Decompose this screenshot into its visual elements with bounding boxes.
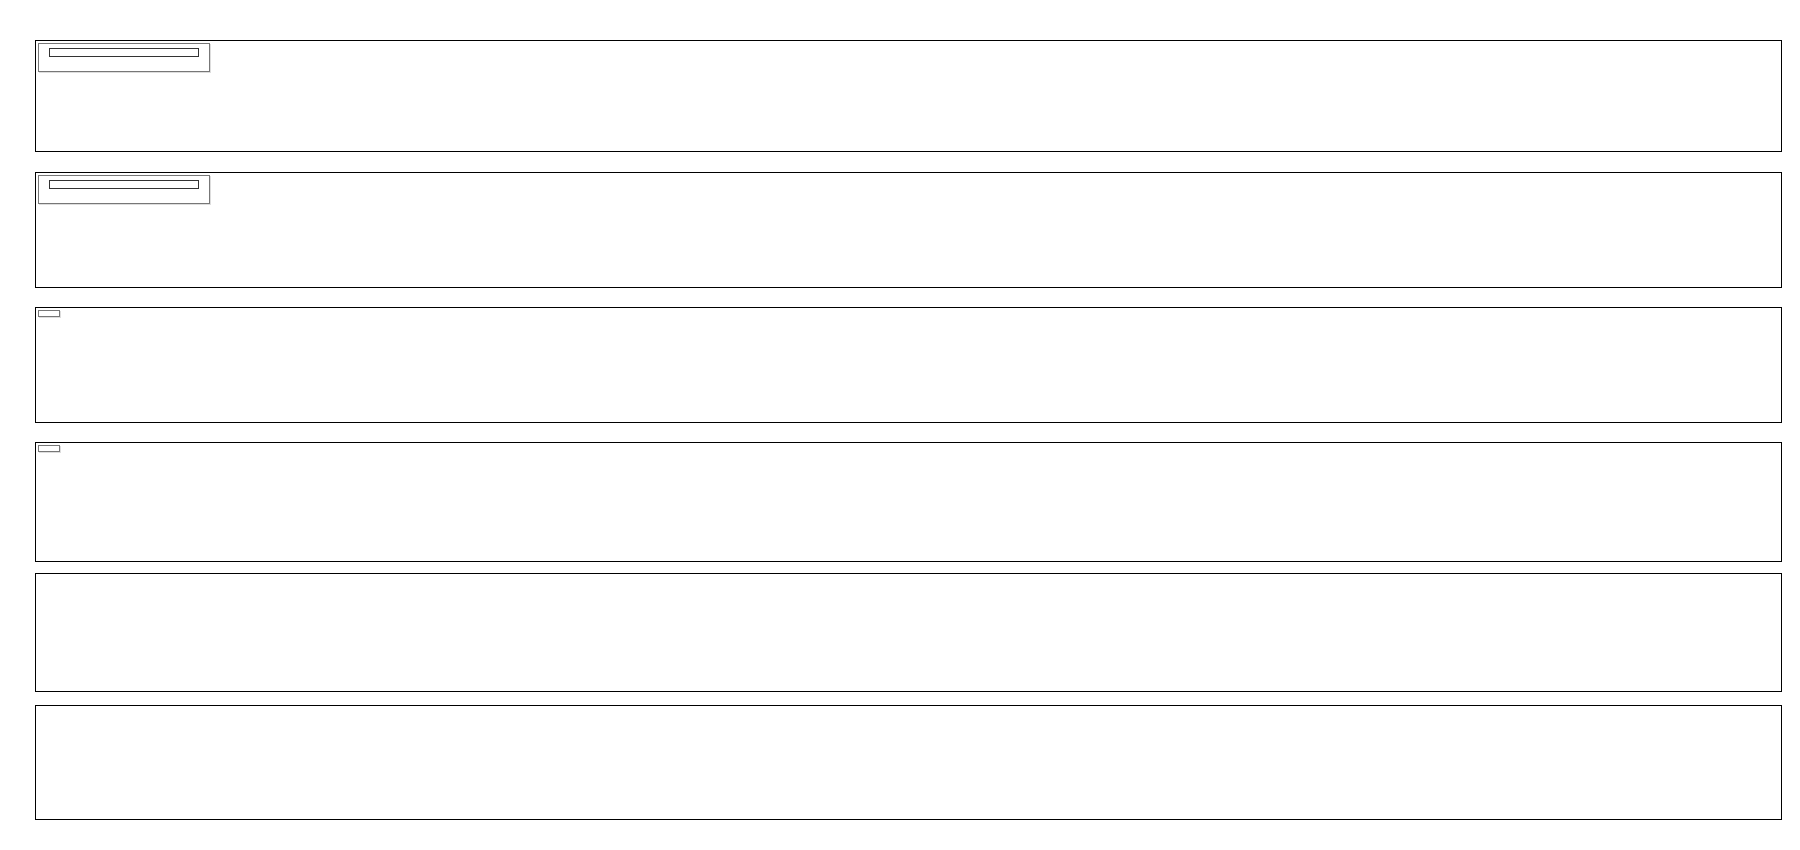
panel-temperature [35, 705, 1782, 820]
v-velocity-heatmap [36, 173, 1781, 287]
u-colorbar [49, 48, 199, 57]
x-axis-date-labels [35, 823, 1782, 847]
jet-colorbar-gradient [49, 180, 199, 189]
u-colorbar-legend [38, 43, 210, 72]
panel-mean-absi [35, 307, 1782, 423]
mean-absi-heatmap [36, 308, 1781, 422]
depth-variation-lines [36, 574, 1781, 691]
panel-u-velocity [35, 40, 1782, 152]
temperature-line-chart [36, 706, 1781, 819]
mean-absi-label [38, 310, 60, 317]
panel-std-absi [35, 442, 1782, 562]
u-velocity-heatmap [36, 41, 1781, 151]
std-absi-label [38, 445, 60, 452]
adcp-mooring-figure [0, 0, 1800, 850]
panel-depth-variation [35, 573, 1782, 692]
v-colorbar-legend [38, 175, 210, 204]
panel-v-velocity [35, 172, 1782, 288]
jet-colorbar-gradient [49, 48, 199, 57]
std-absi-heatmap [36, 443, 1781, 561]
v-colorbar [49, 180, 199, 189]
